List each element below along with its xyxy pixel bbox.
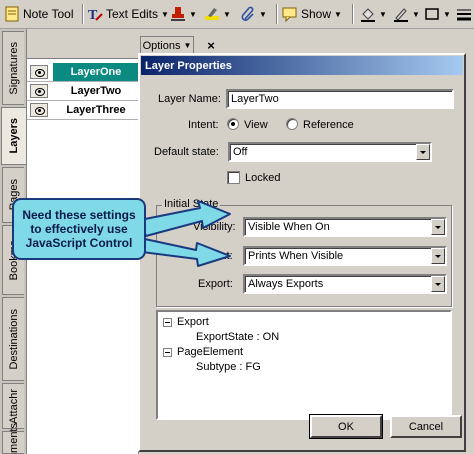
attach-dropdown-icon[interactable]: ▼ [259,10,267,19]
tree-node-pageelement[interactable]: PageElement [163,346,243,358]
locked-label[interactable]: Locked [245,172,280,184]
print-label: Print: [207,250,233,262]
options-dropdown-icon: ▼ [183,41,192,50]
intent-label: Intent: [188,119,219,131]
note-tool-button[interactable]: Note Tool [4,4,73,24]
collapse-icon[interactable] [163,317,172,327]
initial-state-title: Initial State [162,198,221,210]
fill-dropdown-icon[interactable]: ▼ [379,10,387,19]
highlighter-icon [204,6,220,22]
layer-name-label: Layer Name: [158,93,221,105]
tree-node-export[interactable]: Export [163,316,209,328]
default-state-label: Default state: [154,146,219,158]
eye-icon[interactable] [30,65,48,79]
paperclip-icon [240,6,256,22]
print-value: Prints When Visible [248,250,344,262]
tree-item-label: Subtype : FG [196,361,261,373]
export-label: Export: [198,278,233,290]
layer-name[interactable]: LayerOne [53,63,139,81]
rectangle-tool-button[interactable]: ▼ [424,4,451,24]
text-edits-dropdown-icon[interactable]: ▼ [161,10,169,19]
attach-tool-button[interactable]: ▼ [240,4,267,24]
options-label: Options [142,39,181,52]
highlight-tool-button[interactable]: ▼ [204,4,231,24]
rectangle-icon [424,6,440,22]
intent-view-label[interactable]: View [244,119,268,131]
chevron-down-icon[interactable] [431,219,445,235]
toolbar-separator [276,4,278,24]
print-select[interactable]: Prints When Visible [243,246,447,266]
fill-color-button[interactable]: ▼ [360,4,387,24]
tree-node-label: Export [177,316,209,328]
intent-reference-label[interactable]: Reference [303,119,354,131]
note-icon [4,6,20,22]
stamp-tool-button[interactable]: ▼ [170,4,197,24]
line-width-button[interactable] [456,4,472,24]
layer-name[interactable]: LayerThree [53,101,139,119]
stamp-icon [170,6,186,22]
pencil-icon [393,6,409,22]
properties-tree[interactable]: Export ExportState : ON PageElement Subt… [156,310,452,420]
tab-layers[interactable]: Layers [1,107,26,165]
show-label: Show [301,7,332,21]
export-value: Always Exports [248,278,324,290]
tree-item[interactable]: ExportState : ON [196,331,279,343]
text-edits-button[interactable]: T Text Edits ▼ [87,4,169,24]
layer-row[interactable]: LayerTwo [27,82,139,101]
eye-icon[interactable] [30,84,48,98]
text-edits-label: Text Edits [106,7,159,21]
toolbar-separator [352,4,354,24]
highlight-dropdown-icon[interactable]: ▼ [223,10,231,19]
ok-button[interactable]: OK [309,414,383,439]
layer-name-input[interactable]: LayerTwo [226,89,454,109]
layer-name[interactable]: LayerTwo [53,82,139,100]
tab-destinations[interactable]: Destinations [2,297,24,381]
default-state-value: Off [233,146,248,158]
locked-checkbox[interactable] [227,171,240,184]
show-button[interactable]: Show ▼ [282,4,342,24]
paint-bucket-icon [360,6,376,22]
note-tool-label: Note Tool [23,7,74,21]
cancel-button[interactable]: Cancel [390,415,462,438]
eye-icon[interactable] [30,103,48,117]
chevron-down-icon[interactable] [431,248,445,264]
intent-view-radio[interactable] [227,118,239,130]
show-dropdown-icon[interactable]: ▼ [334,10,342,19]
rectangle-dropdown-icon[interactable]: ▼ [443,10,451,19]
intent-reference-radio[interactable] [286,118,298,130]
dialog-title: Layer Properties [141,56,463,75]
toolbar-separator [82,4,84,24]
layer-row[interactable]: LayerThree [27,101,139,120]
tab-signatures[interactable]: Signatures [2,31,24,105]
toolbar: Note Tool T Text Edits ▼ ▼ ▼ ▼ Show ▼ ▼ … [0,0,474,29]
comment-show-icon [282,6,298,23]
default-state-select[interactable]: Off [228,142,432,162]
tree-node-label: PageElement [177,346,244,358]
text-edit-icon: T [87,6,103,23]
visibility-value: Visible When On [248,221,330,233]
layers-panel-header [27,29,139,59]
chevron-down-icon[interactable] [416,144,430,160]
line-width-icon [456,6,472,22]
visibility-select[interactable]: Visible When On [243,217,447,237]
line-color-dropdown-icon[interactable]: ▼ [412,10,420,19]
layer-properties-dialog: Layer Properties Layer Name: LayerTwo In… [138,53,466,452]
collapse-icon[interactable] [163,347,172,357]
export-select[interactable]: Always Exports [243,274,447,294]
chevron-down-icon[interactable] [431,276,445,292]
annotation-callout: Need these settings to effectively use J… [12,198,146,260]
tab-comments[interactable]: mments [2,423,24,454]
close-icon[interactable]: × [204,37,218,53]
layer-row[interactable]: LayerOne [27,63,139,82]
stamp-dropdown-icon[interactable]: ▼ [189,10,197,19]
visibility-label: Visibility: [193,221,236,233]
tree-item[interactable]: Subtype : FG [196,361,261,373]
line-color-button[interactable]: ▼ [393,4,420,24]
tree-item-label: ExportState : ON [196,331,280,343]
